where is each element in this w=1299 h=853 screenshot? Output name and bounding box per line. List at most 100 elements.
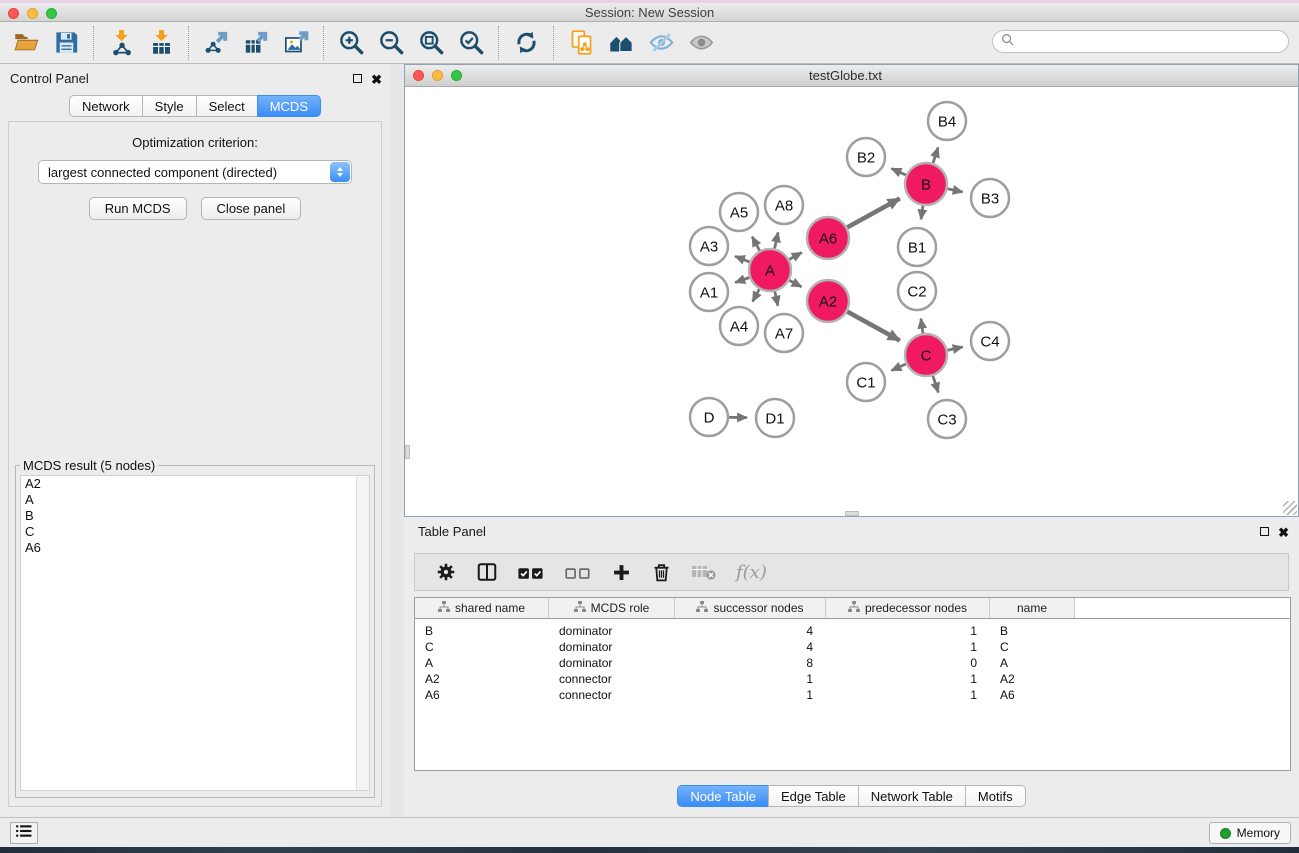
graph-node-A8[interactable]: A8 <box>765 186 803 224</box>
tab-network[interactable]: Network <box>69 95 143 117</box>
graph-node-A7[interactable]: A7 <box>765 314 803 352</box>
mcds-result-item[interactable]: C <box>21 524 369 540</box>
tab-style[interactable]: Style <box>142 95 197 117</box>
network-resize-grip[interactable] <box>1283 501 1297 515</box>
table-settings-button[interactable] <box>435 561 457 583</box>
column-header-successor-nodes[interactable]: successor nodes <box>675 598 826 618</box>
control-panel-close-button[interactable]: ✖ <box>371 74 382 85</box>
graph-node-A1[interactable]: A1 <box>690 273 728 311</box>
graph-node-A6[interactable]: A6 <box>807 217 849 259</box>
hide-selected-button[interactable] <box>641 25 681 61</box>
export-network-button[interactable] <box>196 25 236 61</box>
graph-node-A5[interactable]: A5 <box>720 193 758 231</box>
show-columns-button[interactable] <box>476 561 498 583</box>
table-row[interactable]: Bdominator41B <box>415 623 1290 639</box>
graph-node-D[interactable]: D <box>690 398 728 436</box>
panel-splitter[interactable] <box>390 64 404 817</box>
graph-edge-B-B2[interactable] <box>892 169 906 176</box>
column-header-predecessor-nodes[interactable]: predecessor nodes <box>826 598 990 618</box>
tab-node-table[interactable]: Node Table <box>677 785 769 807</box>
graph-edge-C-C1[interactable] <box>892 364 906 371</box>
graph-node-B4[interactable]: B4 <box>928 102 966 140</box>
graph-edge-A-A5[interactable] <box>752 237 759 251</box>
graph-edge-C-C3[interactable] <box>933 376 938 393</box>
mcds-result-item[interactable]: B <box>21 508 369 524</box>
graph-node-C4[interactable]: C4 <box>971 322 1009 360</box>
close-panel-button[interactable]: Close panel <box>201 197 302 220</box>
search-field[interactable] <box>992 30 1289 53</box>
graph-edge-A-A8[interactable] <box>775 232 779 248</box>
search-input[interactable] <box>1019 34 1288 49</box>
mcds-result-item[interactable]: A <box>21 492 369 508</box>
graph-node-D1[interactable]: D1 <box>756 399 794 437</box>
graph-edge-B-B4[interactable] <box>933 148 938 164</box>
graph-edge-C-C2[interactable] <box>921 319 923 334</box>
graph-node-B3[interactable]: B3 <box>971 179 1009 217</box>
zoom-fit-button[interactable] <box>411 25 451 61</box>
import-network-button[interactable] <box>101 25 141 61</box>
add-entry-button[interactable] <box>611 562 632 583</box>
graph-node-C1[interactable]: C1 <box>847 363 885 401</box>
graph-node-C[interactable]: C <box>905 334 947 376</box>
tab-motifs[interactable]: Motifs <box>965 785 1026 807</box>
tab-select[interactable]: Select <box>196 95 258 117</box>
run-mcds-button[interactable]: Run MCDS <box>89 197 187 220</box>
graph-node-B[interactable]: B <box>905 163 947 205</box>
control-panel-float-button[interactable] <box>353 70 362 88</box>
zoom-in-button[interactable] <box>331 25 371 61</box>
graph-edge-A-A7[interactable] <box>775 292 778 306</box>
tab-edge-table[interactable]: Edge Table <box>768 785 859 807</box>
new-network-from-selection-button[interactable] <box>561 25 601 61</box>
apply-layout-button[interactable] <box>506 25 546 61</box>
import-table-button[interactable] <box>141 25 181 61</box>
graph-node-A2[interactable]: A2 <box>807 280 849 322</box>
export-image-button[interactable] <box>276 25 316 61</box>
column-header-name[interactable]: name <box>990 598 1075 618</box>
open-session-button[interactable] <box>6 25 46 61</box>
task-history-button[interactable] <box>10 822 38 844</box>
table-row[interactable]: A2connector11A2 <box>415 671 1290 687</box>
graph-edge-A-A2[interactable] <box>789 280 801 287</box>
graph-node-B2[interactable]: B2 <box>847 138 885 176</box>
graph-node-A[interactable]: A <box>749 249 791 291</box>
graph-node-B1[interactable]: B1 <box>898 228 936 266</box>
export-table-button[interactable] <box>236 25 276 61</box>
deselect-all-button[interactable] <box>564 562 592 583</box>
network-bottom-scrollbar[interactable] <box>845 511 859 516</box>
graph-node-A4[interactable]: A4 <box>720 307 758 345</box>
graph-edge-A-A1[interactable] <box>735 278 749 283</box>
network-canvas[interactable]: B4 B2 B B3 A8A5 A6 A3 B1 A A1 C2 A2 A4A7 C4 C C1 C3 D D1 <box>405 87 1298 516</box>
graph-edge-A6-B[interactable] <box>847 199 899 228</box>
tab-mcds[interactable]: MCDS <box>257 95 321 117</box>
table-panel-float-button[interactable] <box>1260 523 1269 541</box>
show-all-button[interactable] <box>681 25 721 61</box>
graph-edge-A2-C[interactable] <box>847 312 899 341</box>
column-header-mcds-role[interactable]: MCDS role <box>549 598 675 618</box>
column-header-shared-name[interactable]: shared name <box>415 598 549 618</box>
mcds-result-scrollbar[interactable] <box>356 476 369 790</box>
graph-edge-B-B3[interactable] <box>948 189 963 192</box>
table-row[interactable]: A6connector11A6 <box>415 687 1290 703</box>
tab-network-table[interactable]: Network Table <box>858 785 966 807</box>
graph-node-C2[interactable]: C2 <box>898 272 936 310</box>
graph-node-A3[interactable]: A3 <box>690 227 728 265</box>
criterion-dropdown[interactable]: largest connected component (directed) <box>38 160 352 184</box>
delete-entry-button[interactable] <box>651 562 672 583</box>
graph-edge-C-C4[interactable] <box>948 347 963 350</box>
mcds-result-item[interactable]: A2 <box>21 476 369 492</box>
graph-edge-A-A4[interactable] <box>753 289 760 301</box>
first-neighbors-button[interactable] <box>601 25 641 61</box>
network-left-scrollbar[interactable] <box>405 445 410 459</box>
network-window-titlebar[interactable]: testGlobe.txt <box>405 65 1298 87</box>
zoom-selected-button[interactable] <box>451 25 491 61</box>
select-all-button[interactable] <box>517 562 545 583</box>
memory-button[interactable]: Memory <box>1209 822 1291 844</box>
table-panel-close-button[interactable]: ✖ <box>1278 527 1289 538</box>
zoom-out-button[interactable] <box>371 25 411 61</box>
mcds-result-item[interactable]: A6 <box>21 540 369 556</box>
graph-edge-A-A6[interactable] <box>789 253 801 260</box>
table-row[interactable]: Adominator80A <box>415 655 1290 671</box>
graph-edge-B-B1[interactable] <box>921 206 923 220</box>
graph-node-C3[interactable]: C3 <box>928 400 966 438</box>
table-row[interactable]: Cdominator41C <box>415 639 1290 655</box>
